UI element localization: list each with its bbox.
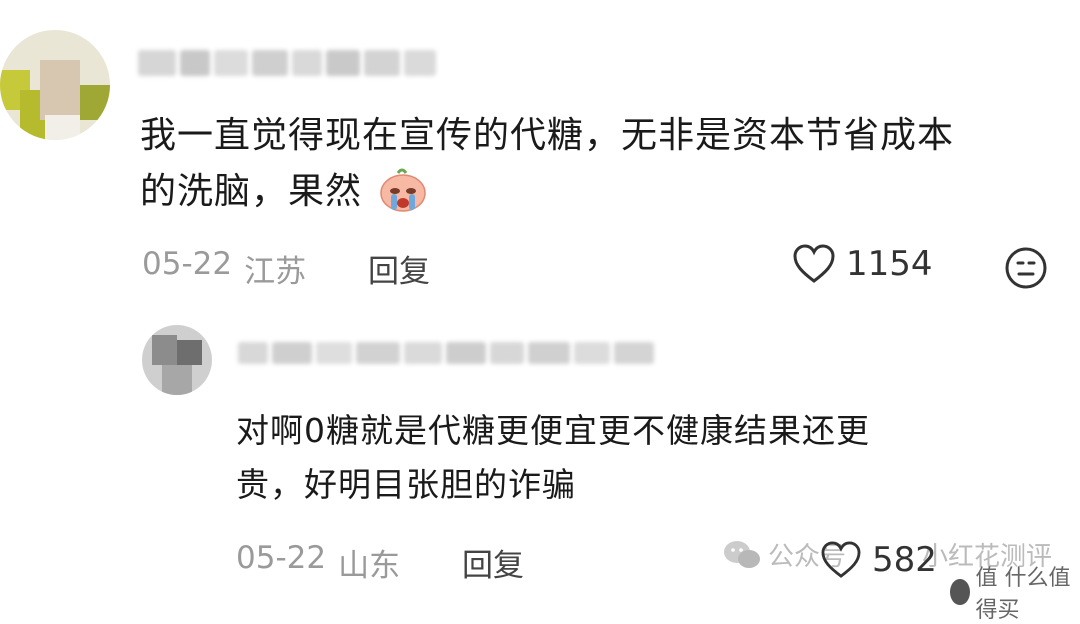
comment-location: 江苏 [244,254,307,290]
reply-text-line2: 贵，好明目张胆的诈骗 [236,465,576,504]
reply-avatar[interactable] [142,325,212,395]
reply-like-count: 582 [872,540,937,580]
reply-date: 05-22 [236,540,327,576]
site-logo-icon [950,579,970,605]
comment-body: 我一直觉得现在宣传的代糖，无非是资本节省成本 的洗脑，果然 [140,108,1060,230]
avatar[interactable] [0,30,110,140]
like-button[interactable]: 1154 [792,244,933,284]
comment-text-line2: 的洗脑，果然 [140,164,1060,230]
site-logo: 值 什么值得买 [950,560,1080,624]
reply-reply-button[interactable]: 回复 [462,540,524,585]
reply-button[interactable]: 回复 [368,246,430,291]
reply-username-blurred[interactable] [238,342,654,364]
heart-outline-icon [793,244,835,283]
comment-text-line1: 我一直觉得现在宣传的代糖，无非是资本节省成本 [140,115,955,156]
username-blurred[interactable] [138,50,436,76]
wechat-icon [724,540,760,568]
reply-location: 山东 [338,548,401,584]
site-logo-text: 值 什么值得买 [975,566,1071,623]
reply-like-button[interactable]: 582 [820,540,937,580]
heart-outline-icon [821,541,861,578]
like-count: 1154 [846,244,933,284]
comment-meta: 05-22 江苏 [142,246,306,291]
crying-face-emoji-icon [378,167,428,230]
comment-date: 05-22 [142,246,233,282]
neutral-face-icon[interactable] [1004,246,1048,290]
reply-text-line1: 对啊0糖就是代糖更便宜更不健康结果还更 [236,411,870,450]
reply-meta: 05-22 山东 [236,540,400,585]
reply-body: 对啊0糖就是代糖更便宜更不健康结果还更 贵，好明目张胆的诈骗 [236,404,1056,512]
comment-text-line2-text: 的洗脑，果然 [140,171,363,212]
